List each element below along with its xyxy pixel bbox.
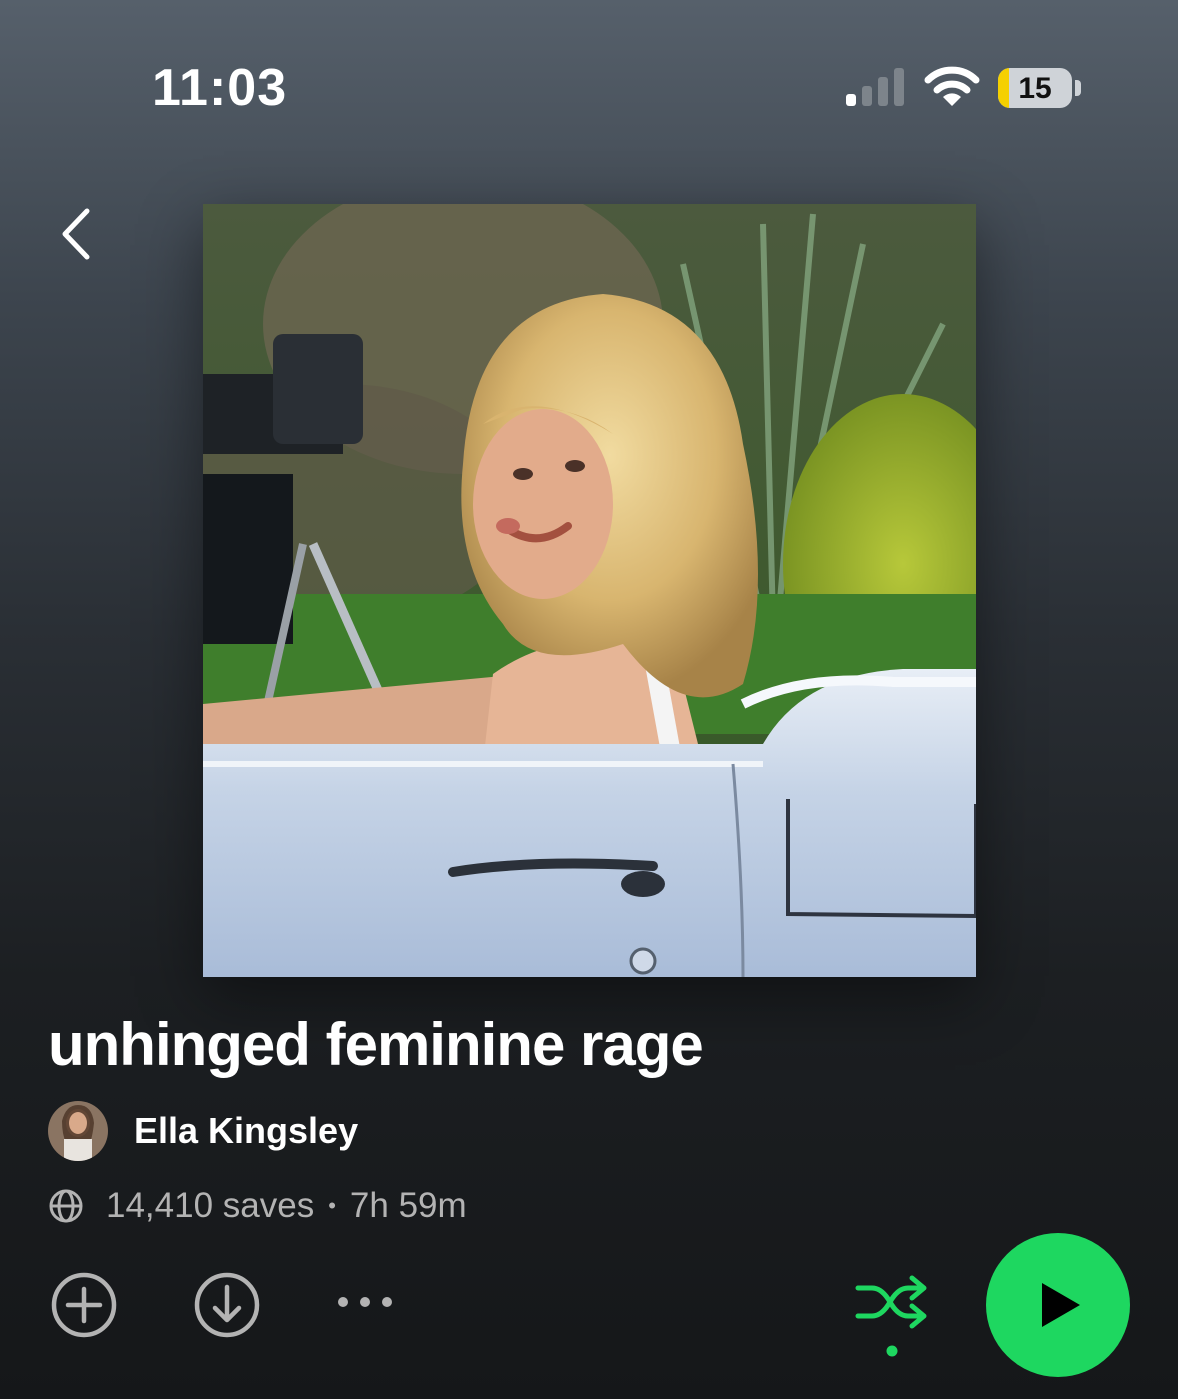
- avatar[interactable]: [48, 1101, 108, 1161]
- owner-row[interactable]: Ella Kingsley: [48, 1100, 358, 1162]
- chevron-left-icon: [62, 208, 90, 260]
- status-time: 11:03: [152, 59, 288, 117]
- add-to-library-button[interactable]: [50, 1271, 118, 1339]
- cellular-signal-icon: [846, 68, 904, 106]
- globe-icon: [49, 1189, 83, 1223]
- download-button[interactable]: [193, 1271, 261, 1339]
- more-options-button[interactable]: [332, 1282, 398, 1322]
- saves-count: 14,410 saves: [106, 1186, 315, 1225]
- battery-indicator: 15: [998, 68, 1072, 108]
- more-horizontal-icon: [338, 1297, 392, 1307]
- download-circle-icon: [194, 1272, 260, 1338]
- playlist-meta: 14,410 saves • 7h 59m: [48, 1184, 467, 1228]
- play-icon: [1042, 1283, 1080, 1327]
- shuffle-button[interactable]: [854, 1272, 930, 1360]
- owner-name[interactable]: Ella Kingsley: [134, 1110, 358, 1152]
- meta-separator: •: [328, 1193, 336, 1218]
- battery-tip: [1075, 80, 1081, 96]
- playlist-duration: 7h 59m: [349, 1186, 467, 1225]
- playlist-cover-image: [203, 204, 976, 977]
- plus-circle-icon: [51, 1272, 117, 1338]
- play-button[interactable]: [986, 1233, 1130, 1377]
- back-button[interactable]: [46, 204, 106, 264]
- playlist-title: unhinged feminine rage: [48, 1011, 704, 1078]
- wifi-icon: [924, 66, 980, 106]
- shuffle-icon: [855, 1275, 927, 1357]
- status-bar: 11:03 15: [0, 0, 1178, 180]
- battery-level: 15: [1018, 72, 1052, 105]
